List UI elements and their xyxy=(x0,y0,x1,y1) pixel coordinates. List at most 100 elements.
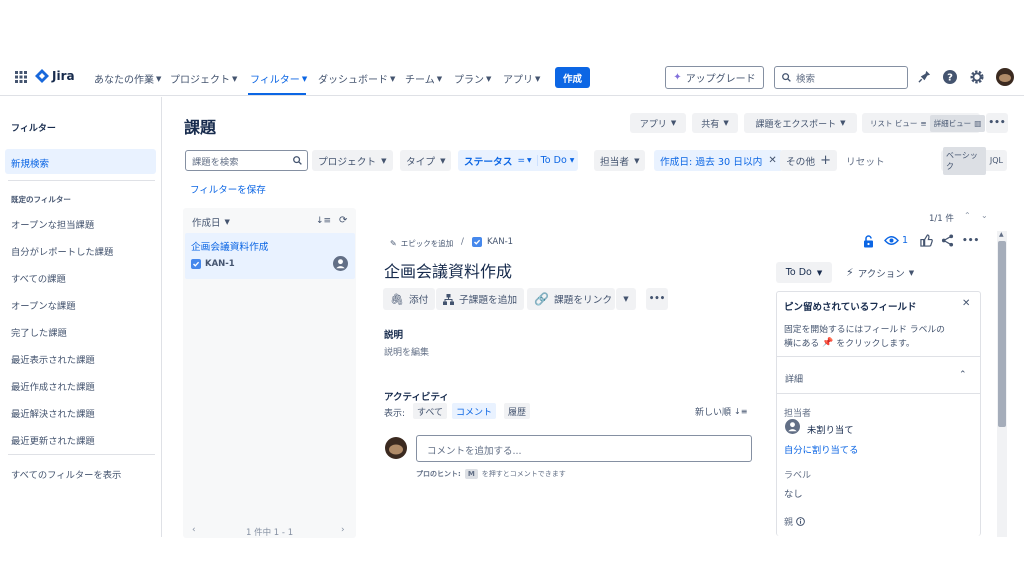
link-issue-dropdown[interactable]: ▼ xyxy=(616,288,636,310)
sidebar-item-label: 新規検索 xyxy=(11,159,50,170)
jira-logo[interactable]: Jira xyxy=(35,69,75,83)
app-switcher-icon[interactable] xyxy=(15,71,27,83)
assignee-filter[interactable]: 担当者 ▼ xyxy=(594,150,646,171)
chevron-down-icon: ▼ xyxy=(840,119,846,127)
nav-plans[interactable]: プラン ▼ xyxy=(454,71,491,87)
more-icon[interactable]: ••• xyxy=(962,236,979,246)
nav-your-work[interactable]: あなたの作業 ▼ xyxy=(94,71,162,87)
export-button[interactable]: 課題をエクスポート ▼ xyxy=(744,113,857,133)
description-field[interactable]: 説明を編集 xyxy=(384,345,429,358)
sidebar-item-reported-by-me[interactable]: 自分がレポートした課題 xyxy=(11,244,113,258)
scroll-up-icon[interactable]: ▲ xyxy=(999,231,1004,238)
user-avatar[interactable] xyxy=(996,68,1014,86)
breadcrumb-issue-key[interactable]: KAN-1 xyxy=(487,237,513,247)
scrollbar-thumb[interactable] xyxy=(998,241,1006,427)
sort-newest-button[interactable]: 新しい順 ↓≡ xyxy=(695,405,747,418)
created-date-filter[interactable]: 作成日: 過去 30 日以内 ✕ xyxy=(654,150,783,171)
sort-label: 作成日 xyxy=(192,218,221,229)
detail-view-icon: ▥ xyxy=(974,118,982,128)
list-item[interactable]: 企画会議資料作成 KAN-1 xyxy=(185,233,355,279)
thumbs-up-icon[interactable] xyxy=(920,234,933,247)
issue-title-link[interactable]: 企画会議資料作成 xyxy=(191,239,269,253)
more-actions-button[interactable]: ••• xyxy=(986,113,1008,133)
action-button[interactable]: ⚡ アクション ▼ xyxy=(840,262,920,283)
nav-filters[interactable]: フィルター ▼ xyxy=(250,71,307,87)
sort-by-created-button[interactable]: 作成日 ▼ xyxy=(192,215,230,229)
paperclip-icon: 🖇 xyxy=(390,292,404,306)
sidebar-item-done-issues[interactable]: 完了した課題 xyxy=(11,325,67,339)
comment-input[interactable]: コメントを追加する... xyxy=(416,435,752,462)
close-icon[interactable]: ✕ xyxy=(962,298,970,309)
chevron-down-icon: ▼ xyxy=(381,156,387,165)
save-filter-link[interactable]: フィルターを保存 xyxy=(190,182,266,196)
status-operator[interactable]: = ▼ xyxy=(517,156,531,166)
chevron-down-icon: ▼ xyxy=(156,74,162,83)
nav-teams[interactable]: チーム ▼ xyxy=(405,71,442,87)
sidebar-item-recently-resolved[interactable]: 最近解決された課題 xyxy=(11,406,95,420)
sort-order-icon[interactable]: ↓≡ xyxy=(316,216,331,226)
global-search-input[interactable]: 検索 xyxy=(774,66,908,89)
labels-value[interactable]: なし xyxy=(784,486,803,500)
upgrade-button[interactable]: ✦ アップグレード xyxy=(665,66,764,89)
share-button[interactable]: 共有 ▼ xyxy=(692,113,738,133)
reset-button[interactable]: リセット xyxy=(846,154,885,168)
refresh-icon[interactable]: ⟳ xyxy=(339,215,347,226)
issue-summary-title[interactable]: 企画会議資料作成 xyxy=(384,258,512,282)
nav-dashboards[interactable]: ダッシュボード ▼ xyxy=(318,71,395,87)
basic-mode-button[interactable]: ベーシック xyxy=(943,146,986,175)
more-filters-button[interactable]: その他 + xyxy=(780,150,837,171)
sidebar-item-recently-updated[interactable]: 最近更新された課題 xyxy=(11,433,95,447)
chevron-up-icon[interactable]: ⌃ xyxy=(964,211,971,220)
apps-button[interactable]: アプリ ▼ xyxy=(630,113,686,133)
tab-comments[interactable]: コメント xyxy=(452,403,497,419)
settings-gear-icon[interactable] xyxy=(970,70,984,84)
detail-view-button[interactable]: 詳細ビュー ▥ xyxy=(929,114,986,132)
link-issue-button[interactable]: 🔗 課題をリンク xyxy=(527,288,615,310)
close-icon[interactable]: ✕ xyxy=(768,155,776,166)
notifications-icon[interactable] xyxy=(918,70,931,83)
chevron-down-icon[interactable]: ⌄ xyxy=(981,211,988,220)
jql-mode-button[interactable]: JQL xyxy=(988,153,1005,168)
plus-icon: + xyxy=(820,153,831,168)
sidebar-item-open-assigned[interactable]: オープンな担当課題 xyxy=(11,217,94,231)
tip-key: M xyxy=(464,469,478,479)
sidebar-item-new-search[interactable]: 新規検索 xyxy=(5,149,156,174)
chevron-down-icon: ▼ xyxy=(670,119,677,127)
watchers-count: 1 xyxy=(902,235,909,246)
sidebar-item-all-issues[interactable]: すべての課題 xyxy=(11,271,66,285)
add-child-issue-button[interactable]: 子課題を追加 xyxy=(436,288,525,310)
status-dropdown[interactable]: To Do ▼ xyxy=(776,262,832,283)
help-icon[interactable]: ? xyxy=(943,70,957,84)
type-filter[interactable]: タイプ ▼ xyxy=(400,150,452,171)
create-button[interactable]: 作成 xyxy=(555,67,590,88)
attach-button[interactable]: 🖇 添付 xyxy=(383,288,436,310)
add-epic-link[interactable]: ✎ エピックを追加 xyxy=(390,238,453,249)
sidebar-item-open-issues[interactable]: オープンな課題 xyxy=(11,298,76,312)
details-section-header[interactable]: 詳細 ⌃ xyxy=(777,362,980,394)
chevron-down-icon: ▼ xyxy=(908,268,915,277)
tab-history[interactable]: 履歴 xyxy=(504,403,531,419)
nav-apps[interactable]: アプリ ▼ xyxy=(503,71,541,87)
nav-projects[interactable]: プロジェクト ▼ xyxy=(170,71,237,87)
show-all-filters-link[interactable]: すべてのフィルターを表示 xyxy=(11,467,121,481)
lock-icon[interactable] xyxy=(863,235,874,248)
chevron-down-icon: ▼ xyxy=(535,74,541,83)
assign-to-me-link[interactable]: 自分に割り当てる xyxy=(784,442,858,456)
watchers-button[interactable]: 1 xyxy=(884,235,908,246)
status-filter[interactable]: ステータス = ▼ To Do ▼ xyxy=(458,150,579,171)
link-icon: 🔗 xyxy=(534,292,549,306)
chevron-down-icon: ▼ xyxy=(224,218,230,226)
status-value[interactable]: To Do ▼ xyxy=(536,155,574,166)
share-icon[interactable] xyxy=(941,234,954,247)
next-page-icon[interactable]: › xyxy=(341,525,345,535)
prev-page-icon[interactable]: ‹ xyxy=(192,525,196,535)
list-view-button[interactable]: リスト ビュー ≡ xyxy=(867,118,930,129)
project-filter[interactable]: プロジェクト ▼ xyxy=(312,150,393,171)
tab-all[interactable]: すべて xyxy=(413,403,448,419)
details-heading: 詳細 xyxy=(785,375,804,385)
assignee-value[interactable]: 未割り当て xyxy=(807,422,854,436)
more-actions-button[interactable]: ••• xyxy=(646,288,668,310)
issue-search-input[interactable]: 課題を検索 xyxy=(185,150,308,171)
sidebar-item-recently-viewed[interactable]: 最近表示された課題 xyxy=(11,352,95,366)
sidebar-item-recently-created[interactable]: 最近作成された課題 xyxy=(11,379,95,393)
